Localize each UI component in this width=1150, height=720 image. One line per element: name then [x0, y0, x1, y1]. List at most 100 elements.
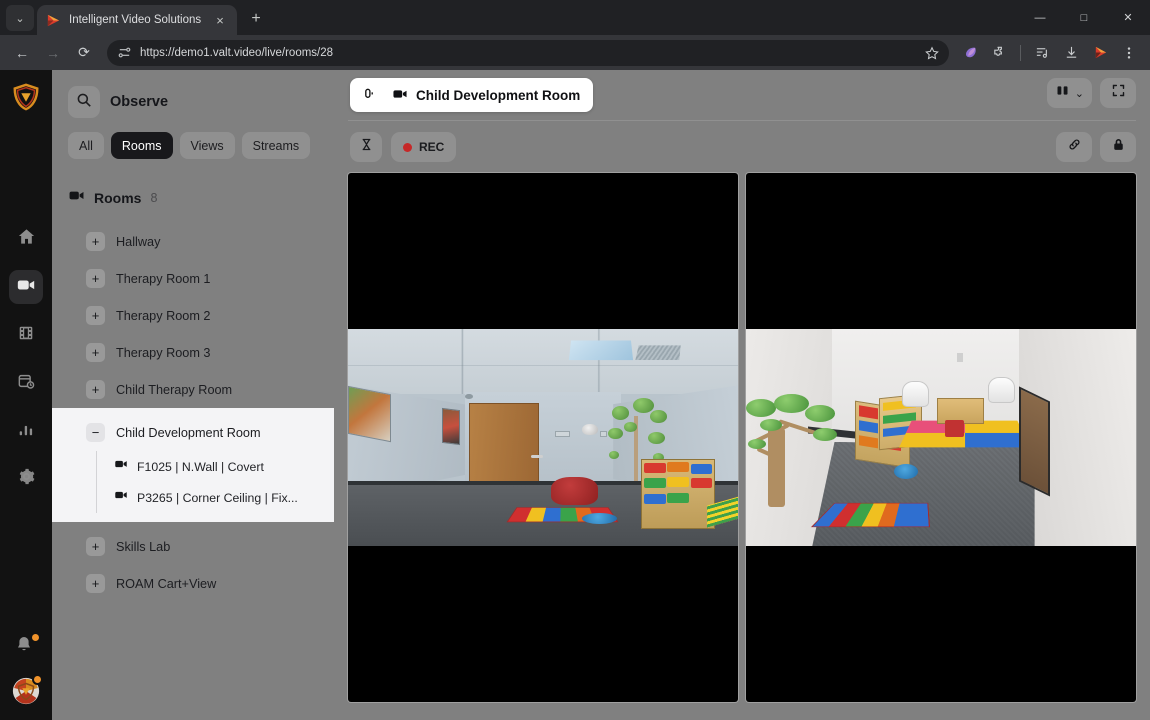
video-feed-f1025 — [348, 329, 738, 546]
minimize-icon[interactable]: — — [1018, 0, 1062, 35]
fullscreen-button[interactable] — [1100, 78, 1136, 108]
stage-header-controls: ⌄ — [1046, 78, 1136, 108]
back-icon[interactable]: ← — [8, 39, 36, 67]
tab-all[interactable]: All — [68, 132, 104, 159]
rec-status-badge: REC — [391, 132, 457, 162]
expand-toggle-icon[interactable]: + — [86, 380, 105, 399]
camera-label: P3265 | Corner Ceiling | Fix... — [137, 490, 298, 505]
link-icon — [1067, 137, 1082, 157]
active-room-tab[interactable]: Child Development Room — [350, 78, 594, 112]
room-row-child-development-room[interactable]: − Child Development Room — [52, 414, 334, 451]
camera-label: F1025 | N.Wall | Covert — [137, 459, 264, 474]
room-row-hallway[interactable]: + Hallway — [52, 223, 334, 260]
room-label: Skills Lab — [116, 539, 171, 554]
chrome-menu-icon[interactable] — [1116, 40, 1142, 66]
camera-row-f1025[interactable]: F1025 | N.Wall | Covert — [52, 451, 334, 482]
lock-icon — [1111, 137, 1126, 157]
avatar-badge — [32, 674, 43, 685]
video-camera-icon — [114, 488, 128, 507]
expand-toggle-icon[interactable]: + — [86, 269, 105, 288]
user-avatar[interactable] — [11, 674, 43, 706]
room-label: Therapy Room 3 — [116, 345, 211, 360]
video-camera-icon — [16, 275, 36, 300]
stage-toolbar: REC — [334, 121, 1150, 173]
list-item: + Therapy Room 3 — [52, 334, 334, 371]
window-controls: — □ ✕ — [1018, 0, 1150, 35]
list-item: + Child Therapy Room — [52, 371, 334, 408]
calendar-clock-icon — [17, 372, 35, 395]
expand-toggle-icon[interactable]: + — [86, 574, 105, 593]
close-window-icon[interactable]: ✕ — [1106, 0, 1150, 35]
room-row-child-therapy-room[interactable]: + Child Therapy Room — [52, 371, 334, 408]
list-item-expanded: − Child Development Room F1025 | N.Wall … — [52, 408, 334, 522]
valt-shield-logo[interactable] — [11, 82, 41, 112]
sidebar-item-reports[interactable] — [9, 414, 43, 448]
gemini-icon[interactable] — [957, 40, 983, 66]
room-label: Child Development Room — [116, 425, 261, 440]
tab-rooms[interactable]: Rooms — [110, 132, 173, 159]
icon-rail — [0, 70, 52, 720]
two-column-layout-icon — [1055, 83, 1070, 103]
reload-icon[interactable]: ⟳ — [70, 39, 98, 67]
sidebar-item-settings[interactable] — [9, 462, 43, 496]
tab-views[interactable]: Views — [179, 132, 235, 159]
sidebar-item-observe[interactable] — [9, 270, 43, 304]
star-icon[interactable] — [921, 42, 943, 64]
list-item: + Hallway — [52, 223, 334, 260]
collapse-toggle-icon[interactable]: − — [86, 423, 105, 442]
rec-label: REC — [419, 140, 445, 154]
sidebar-header: Observe — [52, 86, 334, 118]
forward-icon[interactable]: → — [39, 39, 67, 67]
tab-title: Intelligent Video Solutions — [69, 14, 202, 26]
tab-streams[interactable]: Streams — [241, 132, 311, 159]
timer-button[interactable] — [350, 132, 382, 162]
expand-toggle-icon[interactable]: + — [86, 306, 105, 325]
room-row-therapy-room-1[interactable]: + Therapy Room 1 — [52, 260, 334, 297]
video-camera-icon — [114, 457, 128, 476]
stage-toolbar-right — [1056, 132, 1136, 162]
page-info-icon[interactable] — [117, 45, 132, 60]
new-tab-button[interactable]: + — [243, 6, 269, 32]
rooms-list: + Hallway + Therapy Room 1 + Therapy Roo… — [52, 223, 334, 602]
expand-toggle-icon[interactable]: + — [86, 232, 105, 251]
tab-search-button[interactable]: ⌄ — [6, 5, 34, 31]
ivs-extension-icon[interactable] — [1087, 40, 1113, 66]
lock-button[interactable] — [1100, 132, 1136, 162]
expand-toggle-icon[interactable]: + — [86, 343, 105, 362]
video-tile-f1025[interactable] — [348, 173, 738, 702]
valt-app: Observe All Rooms Views Streams Rooms 8 — [0, 70, 1150, 720]
hourglass-icon — [359, 137, 374, 157]
omnibox[interactable]: https://demo1.valt.video/live/rooms/28 — [107, 39, 949, 66]
list-item: + Therapy Room 1 — [52, 260, 334, 297]
close-icon[interactable]: × — [212, 12, 228, 28]
home-icon — [17, 227, 36, 251]
room-label: ROAM Cart+View — [116, 576, 217, 591]
video-feed-p3265 — [746, 329, 1136, 546]
maximize-icon[interactable]: □ — [1062, 0, 1106, 35]
video-camera-icon — [392, 86, 408, 105]
room-label: Therapy Room 2 — [116, 308, 211, 323]
microphone-off-icon[interactable] — [356, 82, 382, 108]
search-button[interactable] — [68, 86, 100, 118]
extensions-icon[interactable] — [986, 40, 1012, 66]
sidebar-item-home[interactable] — [9, 222, 43, 256]
browser-tab[interactable]: Intelligent Video Solutions × — [37, 5, 237, 35]
video-tile-p3265[interactable] — [746, 173, 1136, 702]
expand-toggle-icon[interactable]: + — [86, 537, 105, 556]
record-indicator-dot — [403, 142, 412, 152]
share-link-button[interactable] — [1056, 132, 1092, 162]
room-row-skills-lab[interactable]: + Skills Lab — [52, 528, 334, 565]
camera-row-p3265[interactable]: P3265 | Corner Ceiling | Fix... — [52, 482, 334, 513]
film-strip-icon — [17, 324, 35, 347]
notifications-bell[interactable] — [13, 632, 41, 660]
room-row-roam-cart-view[interactable]: + ROAM Cart+View — [52, 565, 334, 602]
page-title: Observe — [110, 94, 169, 110]
reading-list-icon[interactable] — [1029, 40, 1055, 66]
layout-selector-button[interactable]: ⌄ — [1046, 78, 1092, 108]
tree-guide-line — [96, 451, 97, 482]
sidebar-item-schedule[interactable] — [9, 366, 43, 400]
sidebar-item-review[interactable] — [9, 318, 43, 352]
downloads-icon[interactable] — [1058, 40, 1084, 66]
room-row-therapy-room-2[interactable]: + Therapy Room 2 — [52, 297, 334, 334]
room-row-therapy-room-3[interactable]: + Therapy Room 3 — [52, 334, 334, 371]
